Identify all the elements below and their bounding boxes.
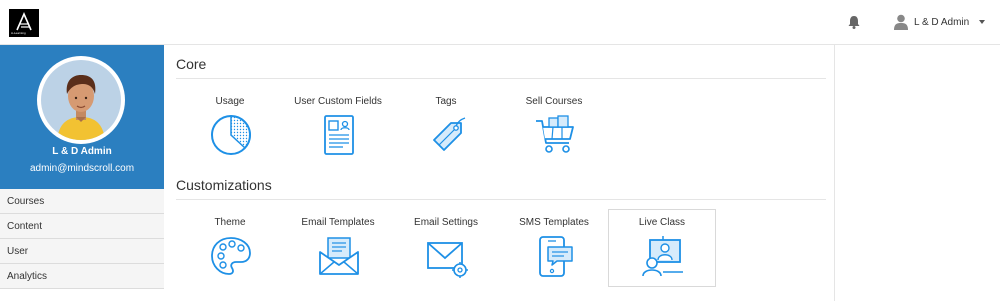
section-title-core: Core	[176, 56, 207, 72]
chevron-down-icon	[979, 20, 986, 24]
top-bar: A-Learning L & D Admin	[0, 0, 1000, 45]
tile-sms-templates[interactable]: SMS Templates	[500, 209, 608, 287]
user-menu[interactable]: L & D Admin	[894, 13, 986, 31]
tag-icon	[425, 113, 469, 157]
profile-name: L & D Admin	[52, 146, 112, 157]
email-template-icon	[317, 234, 361, 278]
live-class-icon	[641, 234, 685, 278]
section-divider	[176, 78, 826, 79]
tile-theme[interactable]: Theme	[176, 209, 284, 287]
logo-text: A-Learning	[11, 31, 26, 35]
section-title-customizations: Customizations	[176, 177, 272, 193]
sidebar-item-content[interactable]: Content	[0, 214, 164, 239]
user-name: L & D Admin	[914, 16, 970, 28]
app-logo[interactable]: A-Learning	[9, 9, 39, 37]
sms-phone-icon	[533, 234, 577, 278]
tile-tags[interactable]: Tags	[392, 88, 500, 166]
tile-label: Usage	[215, 96, 245, 107]
tile-label: Email Templates	[301, 217, 375, 228]
profile-email: admin@mindscroll.com	[29, 163, 135, 174]
tile-email-templates[interactable]: Email Templates	[284, 209, 392, 287]
form-document-icon	[317, 113, 361, 157]
right-panel-divider	[834, 45, 835, 301]
sidebar-item-analytics[interactable]: Analytics	[0, 264, 164, 289]
notifications-bell-icon[interactable]	[846, 14, 862, 30]
avatar-person-icon	[57, 75, 105, 140]
profile-card: L & D Admin admin@mindscroll.com	[0, 45, 164, 189]
sidebar-item-user[interactable]: User	[0, 239, 164, 264]
pie-chart-icon	[209, 113, 253, 157]
tile-label: SMS Templates	[519, 217, 589, 228]
tile-label: Email Settings	[414, 217, 478, 228]
sidebar: L & D Admin admin@mindscroll.com Courses…	[0, 45, 164, 301]
tile-usage[interactable]: Usage	[176, 88, 284, 166]
avatar	[37, 56, 125, 144]
tile-sell-courses[interactable]: Sell Courses	[500, 88, 608, 166]
tile-label: Sell Courses	[525, 96, 583, 107]
tile-user-custom-fields[interactable]: User Custom Fields	[284, 88, 392, 166]
tile-live-class[interactable]: Live Class	[608, 209, 716, 287]
sidebar-item-courses[interactable]: Courses	[0, 189, 164, 214]
tile-label: Live Class	[638, 217, 686, 228]
tile-label: Tags	[435, 96, 457, 107]
tile-label: Theme	[214, 217, 246, 228]
palette-icon	[209, 234, 253, 278]
sidebar-nav: Courses Content User Analytics	[0, 189, 164, 289]
tile-email-settings[interactable]: Email Settings	[392, 209, 500, 287]
user-icon	[894, 14, 908, 30]
shopping-cart-icon	[533, 113, 577, 157]
section-divider	[176, 199, 826, 200]
email-settings-icon	[425, 234, 469, 278]
tile-label: User Custom Fields	[294, 96, 382, 107]
